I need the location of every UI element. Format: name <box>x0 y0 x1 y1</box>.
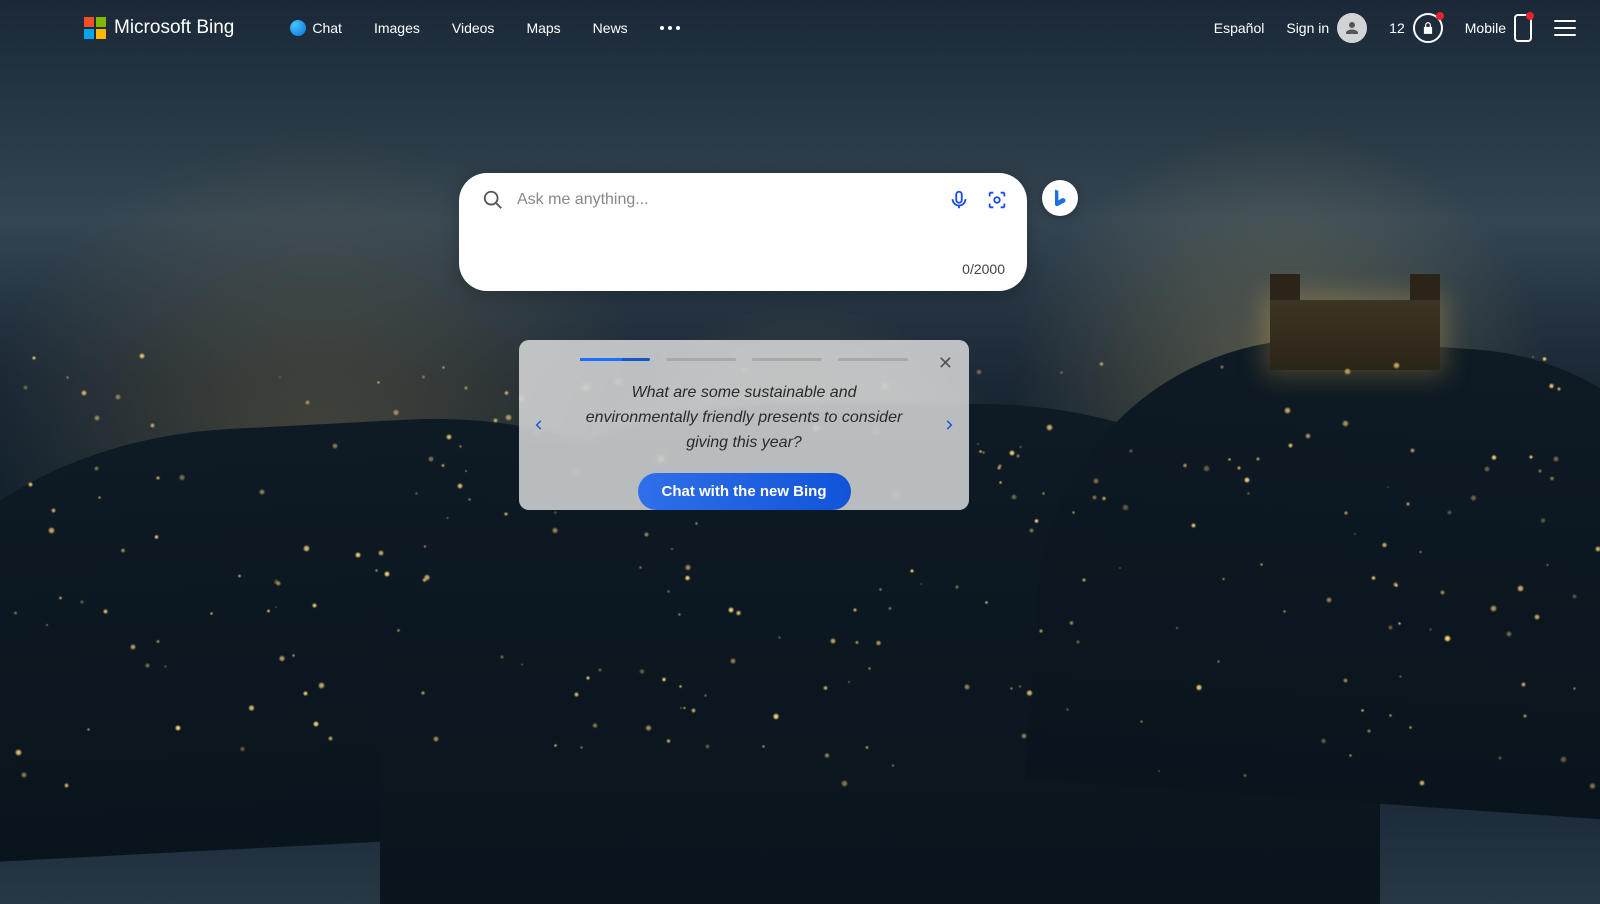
search-box: 0/2000 <box>459 173 1027 291</box>
background-castle <box>1270 300 1440 370</box>
avatar-icon <box>1337 13 1367 43</box>
mobile-link[interactable]: Mobile <box>1465 14 1532 42</box>
language-switch[interactable]: Español <box>1214 20 1265 36</box>
nav-label: Chat <box>312 20 342 36</box>
header-right: Español Sign in 12 Mobile <box>1214 13 1576 43</box>
top-nav: Chat Images Videos Maps News <box>290 20 679 36</box>
notification-dot-icon <box>1526 12 1534 20</box>
menu-button[interactable] <box>1554 20 1576 36</box>
header: Microsoft Bing Chat Images Videos Maps N… <box>0 0 1600 56</box>
search-icon[interactable] <box>479 186 507 214</box>
search-row <box>459 173 1027 221</box>
voice-search-icon[interactable] <box>945 186 973 214</box>
background-hill <box>1025 320 1600 828</box>
chat-cta-label: Chat with the new Bing <box>662 483 827 500</box>
nav-label: Videos <box>452 20 495 36</box>
nav-images[interactable]: Images <box>374 20 420 36</box>
rewards[interactable]: 12 <box>1389 13 1443 43</box>
nav-label: Maps <box>526 20 560 36</box>
nav-maps[interactable]: Maps <box>526 20 560 36</box>
promo-progress <box>580 358 908 361</box>
rewards-points: 12 <box>1389 20 1405 36</box>
char-counter: 0/2000 <box>962 261 1005 277</box>
brand-text: Microsoft Bing <box>114 17 234 39</box>
signin-label: Sign in <box>1286 20 1329 36</box>
promo-prev-button[interactable] <box>527 413 551 437</box>
more-icon <box>660 26 680 30</box>
promo-progress-seg[interactable] <box>752 358 822 361</box>
signin[interactable]: Sign in <box>1286 13 1367 43</box>
search-input[interactable] <box>517 191 935 209</box>
nav-videos[interactable]: Videos <box>452 20 495 36</box>
brand-logo[interactable]: Microsoft Bing <box>84 17 234 39</box>
chat-icon <box>290 20 306 36</box>
promo-progress-seg[interactable] <box>580 358 650 361</box>
nav-more[interactable] <box>660 26 680 30</box>
mobile-icon <box>1514 14 1532 42</box>
rewards-icon <box>1413 13 1443 43</box>
nav-chat[interactable]: Chat <box>290 20 342 36</box>
close-icon[interactable]: ✕ <box>938 354 953 372</box>
promo-question: What are some sustainable and environmen… <box>579 381 909 455</box>
notification-dot-icon <box>1436 12 1444 20</box>
mobile-label: Mobile <box>1465 20 1506 36</box>
promo-next-button[interactable] <box>937 413 961 437</box>
chat-cta-button[interactable]: Chat with the new Bing <box>638 473 851 510</box>
nav-label: News <box>593 20 628 36</box>
nav-label: Images <box>374 20 420 36</box>
microsoft-logo-icon <box>84 17 106 39</box>
promo-card: ✕ What are some sustainable and environm… <box>519 340 969 510</box>
language-label: Español <box>1214 20 1265 36</box>
nav-news[interactable]: News <box>593 20 628 36</box>
image-search-icon[interactable] <box>983 186 1011 214</box>
promo-progress-seg[interactable] <box>838 358 908 361</box>
promo-progress-seg[interactable] <box>666 358 736 361</box>
bing-chat-bubble[interactable] <box>1042 180 1078 216</box>
